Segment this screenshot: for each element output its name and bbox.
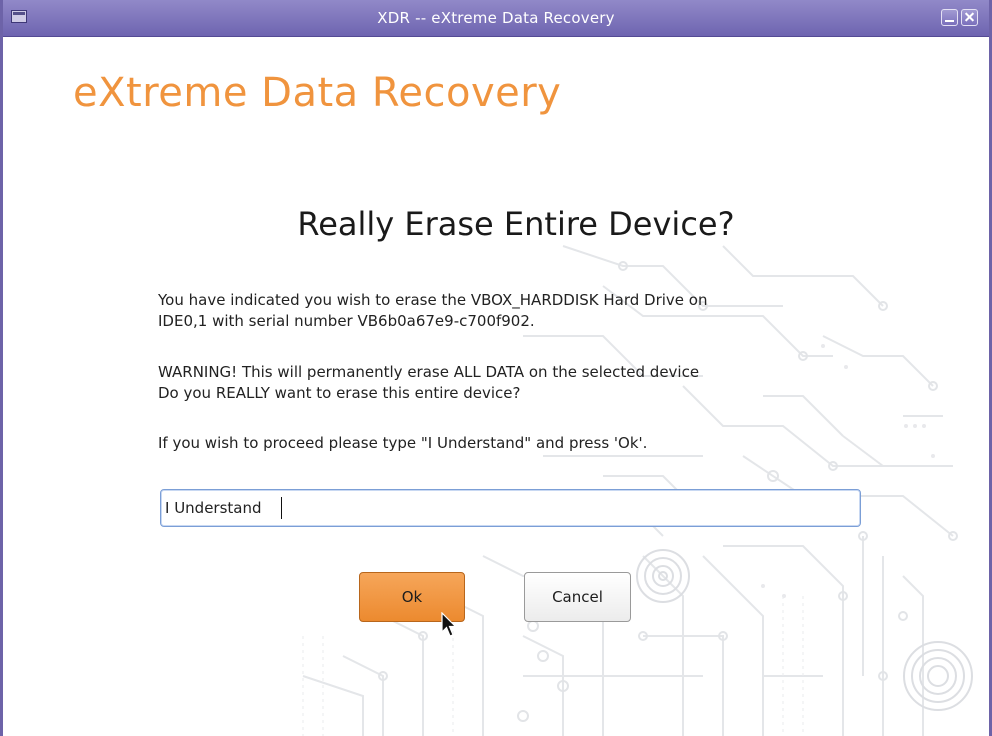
warning-message: WARNING! This will permanently erase ALL… xyxy=(158,362,838,404)
window-title: XDR -- eXtreme Data Recovery xyxy=(377,9,615,27)
message-line: WARNING! This will permanently erase ALL… xyxy=(158,363,700,381)
cancel-button[interactable]: Cancel xyxy=(524,572,631,622)
brand-logo-text: eXtreme Data Recovery xyxy=(73,70,562,116)
device-info-message: You have indicated you wish to erase the… xyxy=(158,290,838,332)
message-line: You have indicated you wish to erase the… xyxy=(158,291,708,309)
close-icon[interactable] xyxy=(961,9,978,26)
mouse-pointer-icon xyxy=(441,612,457,637)
dialog-title: Really Erase Entire Device? xyxy=(297,205,735,243)
minimize-icon[interactable] xyxy=(941,9,958,26)
message-line: Do you REALLY want to erase this entire … xyxy=(158,384,521,402)
confirmation-input[interactable] xyxy=(160,489,861,527)
title-bar[interactable]: XDR -- eXtreme Data Recovery xyxy=(3,0,989,37)
instruction-message: If you wish to proceed please type "I Un… xyxy=(158,433,838,454)
text-caret xyxy=(281,497,282,519)
message-line: IDE0,1 with serial number VB6b0a67e9-c70… xyxy=(158,312,535,330)
message-line: If you wish to proceed please type "I Un… xyxy=(158,434,648,452)
app-window: XDR -- eXtreme Data Recovery eXtreme Dat… xyxy=(0,0,992,736)
